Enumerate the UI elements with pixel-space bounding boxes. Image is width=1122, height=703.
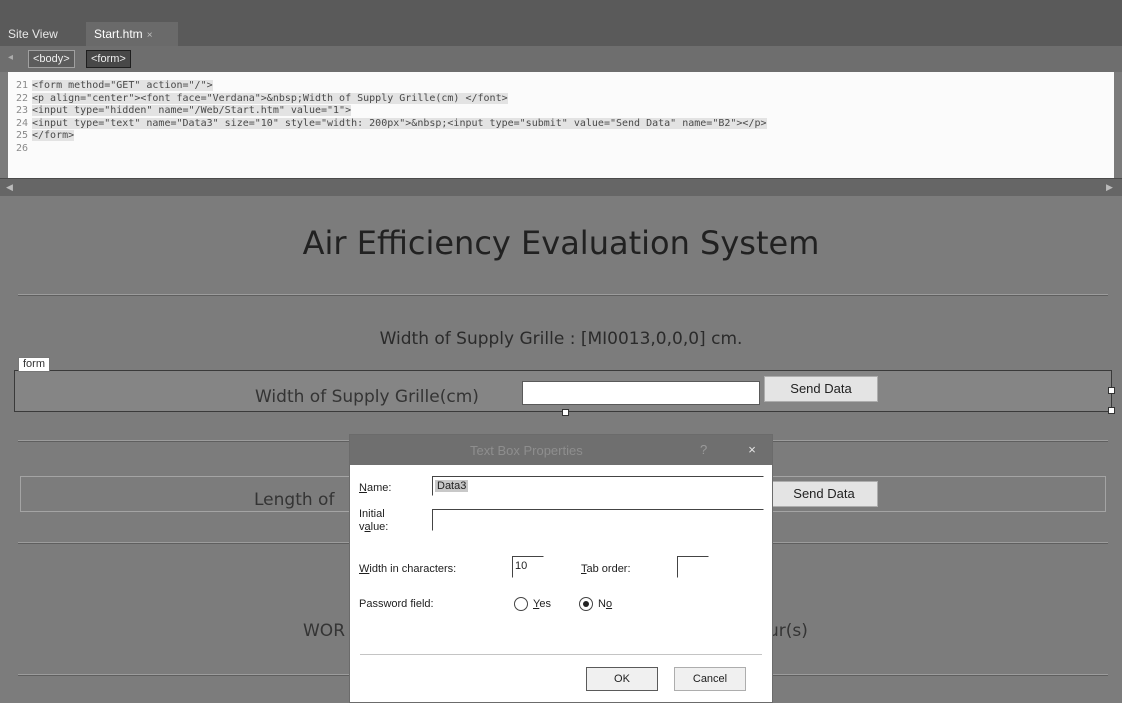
initial-value-label: Initial value: — [359, 508, 389, 533]
editor-window: Site View Start.htm × ◂ <body> <form> 21 … — [0, 0, 1122, 703]
code-line[interactable] — [32, 143, 1108, 156]
grille-width-input[interactable] — [522, 381, 760, 405]
grille-width-readout: Width of Supply Grille : [MI0013,0,0,0] … — [379, 329, 743, 349]
line-number: 24 — [15, 117, 28, 129]
code-line-text: <form method="GET" action="/"> — [32, 80, 213, 91]
scroll-left-icon[interactable]: ◀ — [6, 182, 13, 193]
name-label: Name: — [359, 482, 392, 494]
help-icon[interactable]: ? — [700, 442, 707, 457]
name-field[interactable]: Data3 — [432, 476, 764, 496]
name-field-value: Data3 — [435, 480, 469, 492]
tag-body[interactable]: <body> — [28, 50, 75, 68]
tag-form[interactable]: <form> — [86, 50, 131, 68]
ok-button[interactable]: OK — [586, 667, 658, 691]
send-data-button[interactable]: Send Data — [764, 376, 878, 402]
code-line[interactable]: <input type="hidden" name="/Web/Start.ht… — [32, 105, 1108, 118]
tab-close-icon[interactable]: × — [147, 30, 153, 41]
password-no-label[interactable]: No — [598, 598, 612, 611]
resize-handle[interactable] — [562, 409, 569, 416]
tab-order-label: Tab order: — [581, 563, 631, 575]
tag-selector-bar: ◂ <body> <form> — [0, 46, 1122, 72]
password-yes-radio[interactable] — [514, 597, 528, 611]
grille-length-label: Length of — [254, 490, 335, 510]
working-hours-label-right: ur(s) — [768, 621, 808, 641]
tab-site-view-label: Site View — [8, 27, 58, 41]
line-number: 22 — [15, 92, 28, 104]
initial-value-field[interactable] — [432, 509, 764, 531]
line-number: 26 — [15, 142, 28, 154]
width-in-characters-label: Width in characters: — [359, 563, 457, 575]
scroll-right-icon[interactable]: ▶ — [1106, 182, 1113, 193]
send-data-button-2[interactable]: Send Data — [770, 481, 878, 507]
code-view[interactable]: 21 22 23 24 25 26 <form method="GET" act… — [8, 72, 1114, 178]
code-line-text: </form> — [32, 130, 75, 141]
resize-handle[interactable] — [1108, 407, 1115, 414]
grille-width-label: Width of Supply Grille(cm) — [255, 387, 479, 407]
password-field-label: Password field: — [359, 598, 434, 610]
tab-site-view[interactable]: Site View — [0, 22, 84, 46]
password-no-radio[interactable] — [579, 597, 593, 611]
code-line[interactable]: <form method="GET" action="/"> — [32, 80, 1108, 93]
resize-handle[interactable] — [1108, 387, 1115, 394]
code-line[interactable]: </form> — [32, 130, 1108, 143]
line-number: 23 — [15, 105, 28, 116]
code-line[interactable]: <input type="text" name="Data3" size="10… — [32, 117, 1108, 131]
code-line-text: <p align="center"><font face="Verdana">&… — [32, 92, 508, 104]
horizontal-scrollbar[interactable]: ◀ ▶ — [0, 178, 1122, 196]
code-lines[interactable]: <form method="GET" action="/"> <p align=… — [32, 80, 1108, 155]
tab-start-htm[interactable]: Start.htm × — [86, 22, 178, 46]
line-number-gutter: 21 22 23 24 25 26 — [8, 80, 28, 155]
tab-start-htm-label: Start.htm — [94, 27, 143, 41]
page-title: Air Efficiency Evaluation System — [302, 224, 820, 262]
horizontal-rule — [18, 294, 1108, 296]
radio-selected-dot — [583, 601, 589, 607]
password-yes-label[interactable]: Yes — [533, 598, 551, 611]
working-hours-label-left: WOR — [303, 621, 346, 641]
document-tab-bar: Site View Start.htm × — [0, 0, 1122, 46]
width-in-characters-field[interactable]: 10 — [512, 556, 544, 578]
text-box-properties-dialog: Text Box Properties ? × Name: Data3 Init… — [349, 434, 773, 703]
dialog-separator — [360, 654, 762, 655]
code-line[interactable]: <p align="center"><font face="Verdana">&… — [32, 92, 1108, 106]
tab-order-field[interactable] — [677, 556, 709, 578]
line-number: 21 — [15, 80, 28, 91]
dialog-title-bar[interactable]: Text Box Properties ? × — [350, 435, 772, 465]
dialog-title: Text Box Properties — [470, 443, 583, 458]
code-line-text: <input type="hidden" name="/Web/Start.ht… — [32, 105, 352, 116]
cancel-button[interactable]: Cancel — [674, 667, 746, 691]
form-tag-label: form — [18, 357, 50, 372]
code-line-text: <input type="text" name="Data3" size="10… — [32, 117, 767, 129]
line-number: 25 — [15, 130, 28, 141]
chevron-left-icon[interactable]: ◂ — [8, 52, 13, 63]
close-icon[interactable]: × — [732, 435, 772, 465]
